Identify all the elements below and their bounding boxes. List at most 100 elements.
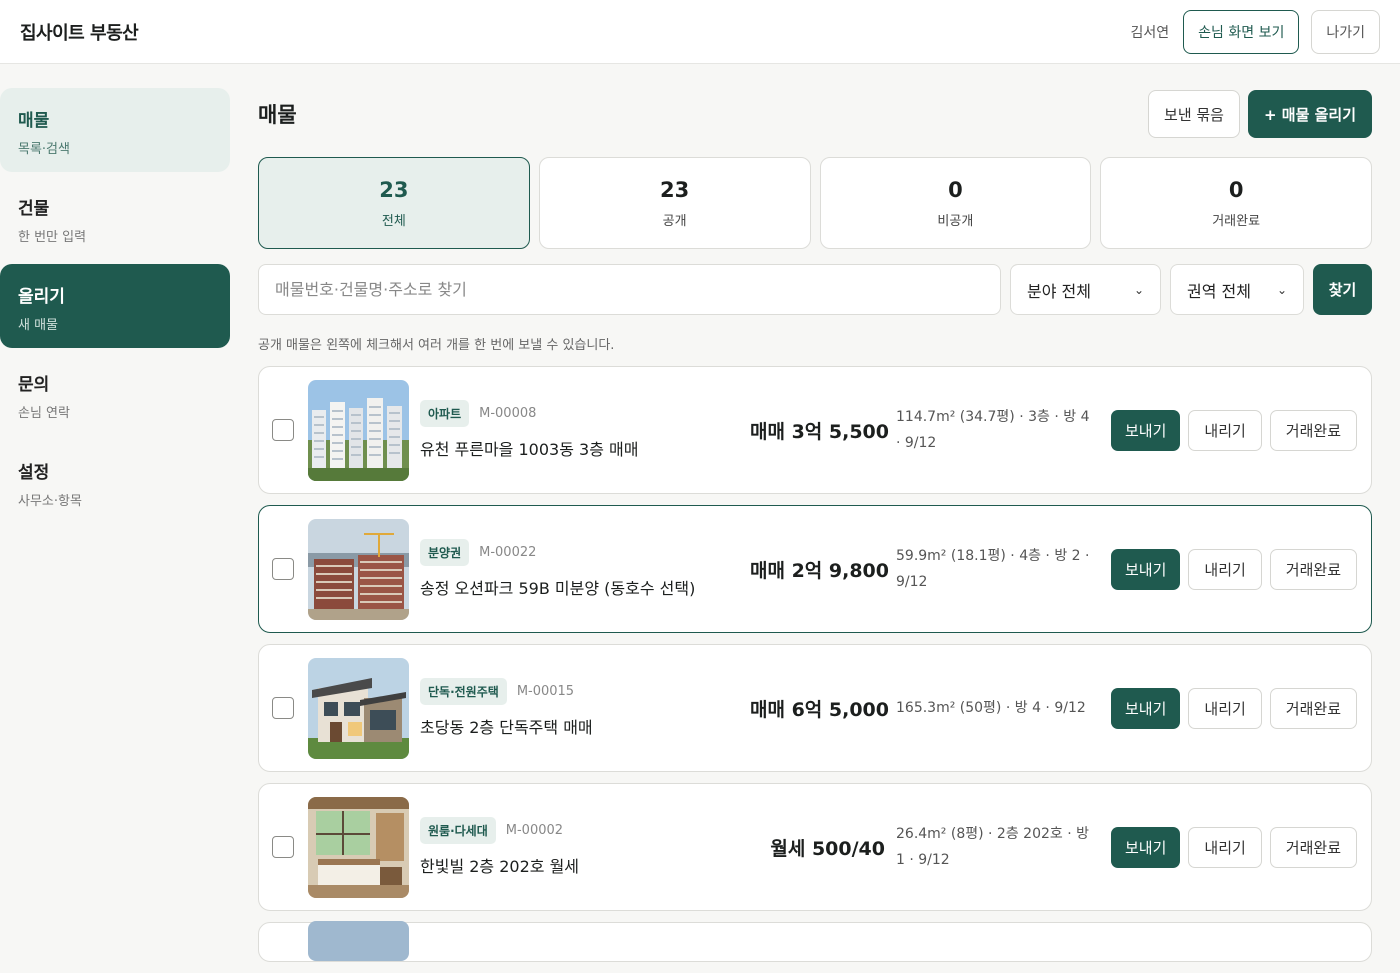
listing-code: M-00002 [505, 823, 564, 838]
sidebar-item-settings[interactable]: 설정 사무소·항목 [0, 440, 230, 524]
brand-logo[interactable]: 집사이트 부동산 [20, 19, 139, 45]
listing-spec: 59.9m² (18.1평) · 4층 · 방 2 · 9/12 [896, 548, 1090, 590]
listing-meta: 아파트 M-00008 [420, 400, 750, 427]
tab-count: 23 [379, 177, 409, 202]
tab-public[interactable]: 23 공개 [538, 157, 811, 249]
listing-title[interactable]: 유천 푸른마을 1003동 3층 매매 [420, 436, 750, 460]
listing-row[interactable]: 아파트 M-00008 유천 푸른마을 1003동 3층 매매 매매 3억 5,… [258, 366, 1372, 494]
listing-spec: 114.7m² (34.7평) · 3층 · 방 4 · 9/12 [896, 409, 1090, 451]
sidebar-item-title: 건물 [18, 199, 50, 219]
listing-price: 월세 500/40 [770, 837, 885, 860]
listing-meta: 원룸·다세대 M-00002 [420, 817, 750, 844]
listing-title[interactable]: 한빛빌 2층 202호 월세 [420, 853, 750, 877]
listing-spec: 26.4m² (8평) · 2층 202호 · 방 1 · 9/12 [896, 826, 1090, 868]
send-button[interactable]: 보내기 [1110, 687, 1181, 729]
user-name: 김서연 [1130, 24, 1170, 41]
tab-completed[interactable]: 0 거래완료 [1100, 157, 1372, 249]
listing-row[interactable]: 분양권 M-00022 송정 오션파크 59B 미분양 (동호수 선택) 매매 … [258, 505, 1372, 633]
listing-title[interactable]: 송정 오션파크 59B 미분양 (동호수 선택) [420, 575, 750, 599]
listing-row[interactable]: 원룸·다세대 M-00002 한빛빌 2층 202호 월세 월세 500/40 … [258, 783, 1372, 911]
listing-price: 매매 6억 5,000 [750, 698, 889, 721]
tab-label: 거래완료 [1212, 213, 1261, 229]
top-bar: 집사이트 부동산 김서연 손님 화면 보기 나가기 [0, 0, 1400, 64]
tab-all[interactable]: 23 전체 [258, 157, 530, 249]
complete-deal-button[interactable]: 거래완료 [1269, 826, 1357, 868]
listing-row[interactable] [258, 921, 1372, 962]
listing-actions: 보내기 내리기 거래완료 [1110, 409, 1357, 451]
region-select-value: 권역 전체 [1187, 281, 1251, 301]
header-actions: 보낸 묶음 + 매물 올리기 [1148, 90, 1372, 138]
chevron-down-icon: ⌄ [1276, 282, 1287, 297]
sidebar-item-sub: 사무소·항목 [18, 494, 82, 509]
unpublish-button[interactable]: 내리기 [1188, 826, 1262, 868]
sent-bundle-button[interactable]: 보낸 묶음 [1148, 90, 1240, 138]
listing-photo[interactable] [308, 921, 409, 961]
main-content: 매물 보낸 묶음 + 매물 올리기 23 전체 23 공개 0 비공개 0 거래… [258, 88, 1372, 973]
complete-deal-button[interactable]: 거래완료 [1269, 548, 1357, 590]
search-input[interactable] [258, 264, 1001, 315]
property-type-badge: 아파트 [420, 400, 470, 427]
sidebar-item-sub: 한 번만 입력 [18, 230, 87, 245]
tab-private[interactable]: 0 비공개 [819, 157, 1092, 249]
listing-actions: 보내기 내리기 거래완료 [1110, 687, 1357, 729]
listing-title[interactable]: 초당동 2층 단독주택 매매 [420, 714, 750, 738]
tab-label: 비공개 [937, 213, 974, 229]
listing-code: M-00022 [479, 545, 537, 560]
apartment-photo [308, 379, 409, 481]
listing-photo[interactable] [308, 796, 409, 898]
listing-checkbox[interactable] [272, 419, 294, 441]
page-title: 매물 [258, 103, 297, 127]
listing-meta: 단독·전원주택 M-00015 [420, 678, 750, 705]
send-button[interactable]: 보내기 [1110, 409, 1181, 451]
listing-actions: 보내기 내리기 거래완료 [1110, 826, 1357, 868]
property-type-badge: 원룸·다세대 [420, 817, 496, 844]
room-photo [308, 796, 409, 898]
guest-view-button[interactable]: 손님 화면 보기 [1183, 9, 1300, 54]
listing-info: 아파트 M-00008 유천 푸른마을 1003동 3층 매매 [420, 400, 750, 460]
search-bar: 분야 전체 ⌄ 권역 전체 ⌄ 찾기 [258, 264, 1372, 315]
construction-photo [308, 518, 409, 620]
search-button[interactable]: 찾기 [1313, 264, 1372, 315]
tab-count: 23 [660, 177, 690, 202]
listing-code: M-00015 [516, 684, 575, 699]
unpublish-button[interactable]: 내리기 [1188, 687, 1262, 729]
listing-photo[interactable] [308, 657, 409, 759]
house-photo [308, 657, 409, 759]
listing-checkbox[interactable] [272, 697, 294, 719]
listing-checkbox[interactable] [272, 836, 294, 858]
sidebar-item-listings[interactable]: 매물 목록·검색 [0, 88, 230, 172]
field-select[interactable]: 분야 전체 ⌄ [1010, 264, 1161, 315]
sidebar: 매물 목록·검색 건물 한 번만 입력 올리기 새 매물 문의 손님 연락 설정… [0, 88, 230, 528]
top-actions: 김서연 손님 화면 보기 나가기 [1130, 9, 1380, 54]
complete-deal-button[interactable]: 거래완료 [1269, 409, 1357, 451]
logout-button[interactable]: 나가기 [1311, 9, 1380, 54]
sidebar-item-inquiries[interactable]: 문의 손님 연락 [0, 352, 230, 436]
listing-spec: 165.3m² (50평) · 방 4 · 9/12 [896, 700, 1086, 716]
send-button[interactable]: 보내기 [1110, 826, 1181, 868]
listing-meta: 분양권 M-00022 [420, 539, 750, 566]
complete-deal-button[interactable]: 거래완료 [1269, 687, 1357, 729]
add-listing-button[interactable]: + 매물 올리기 [1247, 90, 1372, 138]
tab-count: 0 [1228, 177, 1244, 202]
sidebar-item-sub: 목록·검색 [18, 142, 70, 157]
listing-row[interactable]: 단독·전원주택 M-00015 초당동 2층 단독주택 매매 매매 6억 5,0… [258, 644, 1372, 772]
sidebar-item-upload[interactable]: 올리기 새 매물 [0, 264, 230, 348]
listing-code: M-00008 [479, 406, 537, 421]
unpublish-button[interactable]: 내리기 [1188, 409, 1262, 451]
chevron-down-icon: ⌄ [1133, 282, 1144, 297]
listing-info: 단독·전원주택 M-00015 초당동 2층 단독주택 매매 [420, 678, 750, 738]
send-button[interactable]: 보내기 [1110, 548, 1181, 590]
page-header: 매물 보낸 묶음 + 매물 올리기 [258, 88, 1372, 140]
listing-checkbox[interactable] [272, 558, 294, 580]
listing-list: 아파트 M-00008 유천 푸른마을 1003동 3층 매매 매매 3억 5,… [258, 366, 1372, 962]
listing-info: 분양권 M-00022 송정 오션파크 59B 미분양 (동호수 선택) [420, 539, 750, 599]
tab-label: 전체 [381, 213, 406, 229]
sidebar-item-title: 설정 [18, 463, 50, 483]
region-select[interactable]: 권역 전체 ⌄ [1170, 264, 1304, 315]
listing-photo[interactable] [308, 379, 409, 481]
unpublish-button[interactable]: 내리기 [1188, 548, 1262, 590]
tab-label: 공개 [662, 213, 687, 229]
listing-photo[interactable] [308, 518, 409, 620]
sidebar-item-sub: 새 매물 [18, 318, 59, 333]
sidebar-item-buildings[interactable]: 건물 한 번만 입력 [0, 176, 230, 260]
